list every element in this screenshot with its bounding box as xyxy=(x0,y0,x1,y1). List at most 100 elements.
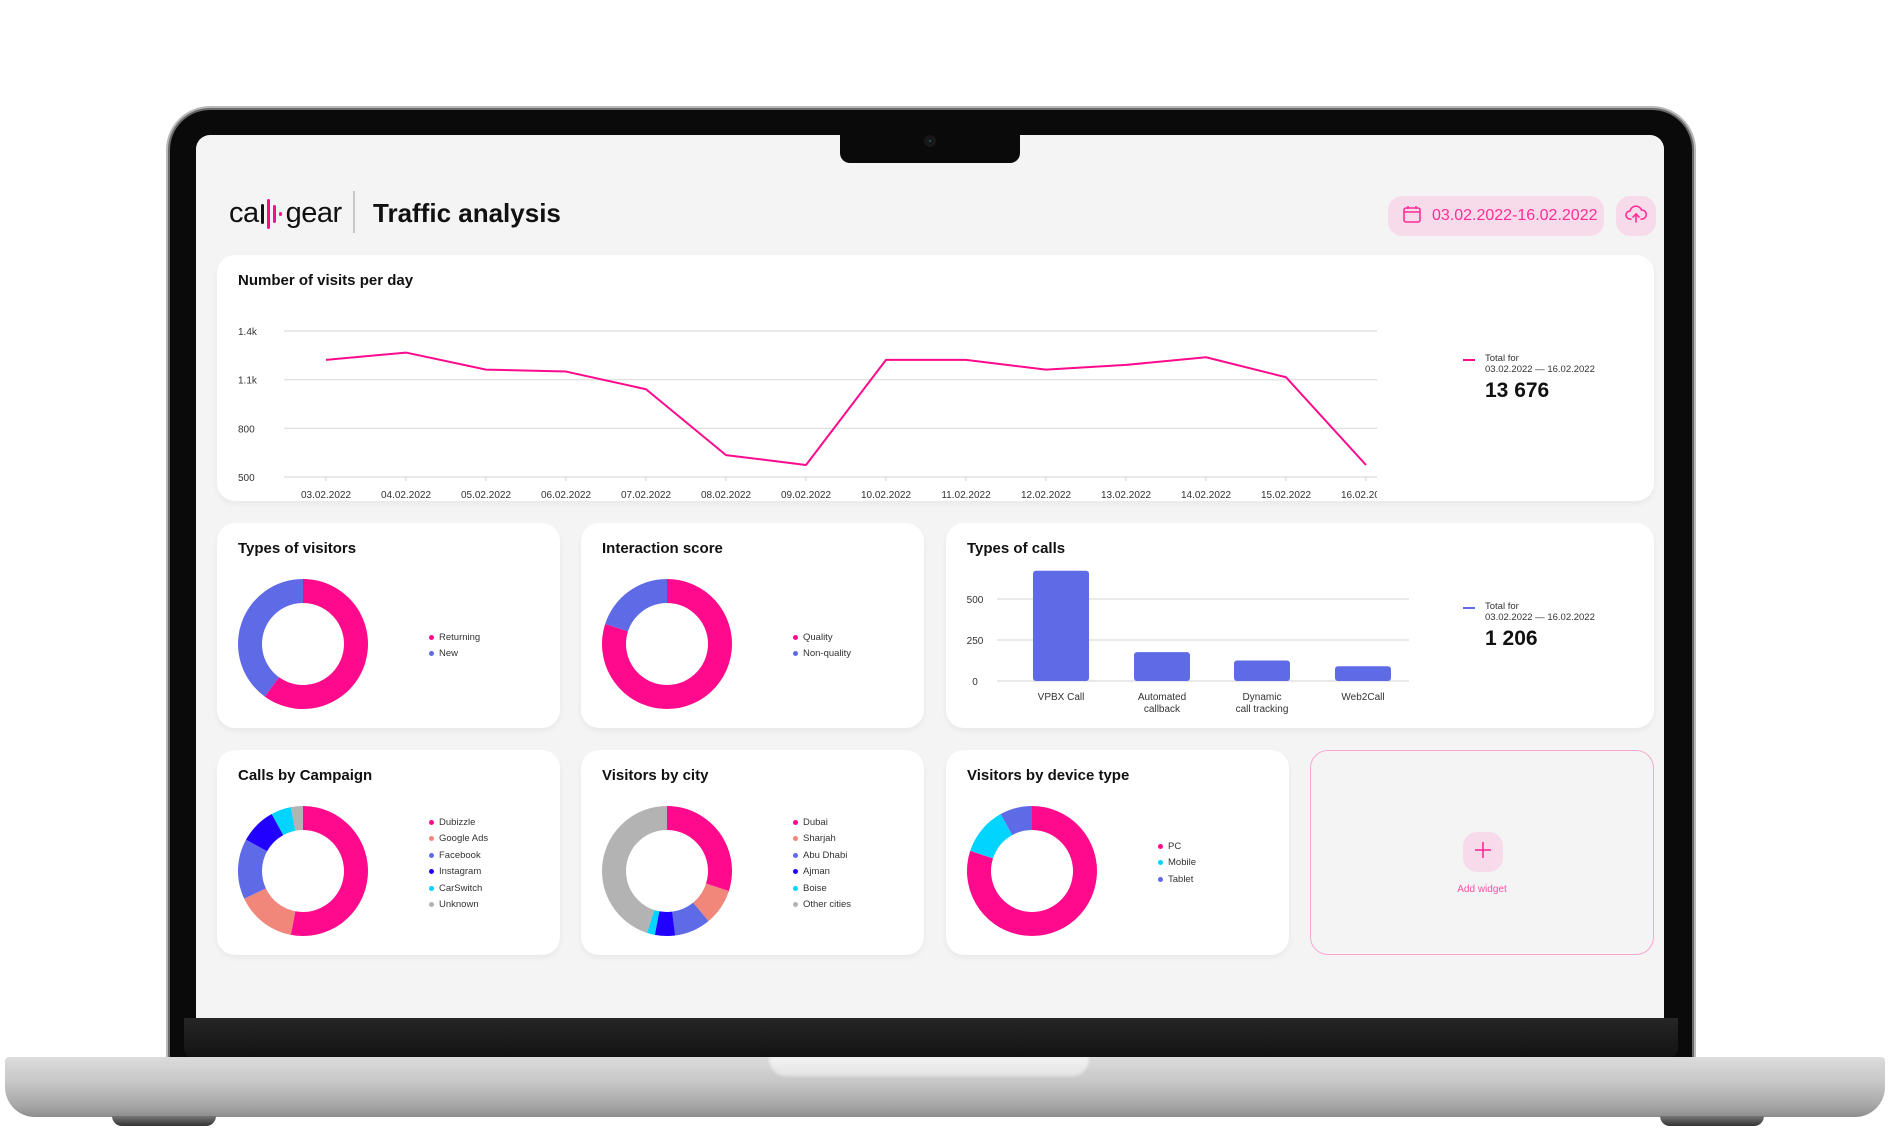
x-tick-label: callback xyxy=(1144,704,1181,715)
laptop-bezel-bottom xyxy=(184,1018,1678,1058)
export-button[interactable] xyxy=(1616,196,1656,236)
campaign-donut xyxy=(238,806,368,936)
y-tick-label: 500 xyxy=(238,473,255,484)
interaction-card: Interaction score Quality Non-quality xyxy=(581,523,924,728)
y-tick-label: 800 xyxy=(238,424,255,435)
x-tick-label: 03.02.2022 xyxy=(301,490,351,501)
legend-label: Dubizzle xyxy=(439,816,476,828)
x-tick-label: 06.02.2022 xyxy=(541,490,591,501)
donut-slice-new xyxy=(238,579,303,697)
date-range-text: 03.02.2022-16.02.2022 xyxy=(1432,207,1598,224)
visitor-types-donut xyxy=(238,579,368,709)
legend-item: Google Ads xyxy=(429,831,488,848)
city-card: Visitors by city Dubai Sharjah Abu Dhabi Aj… xyxy=(581,750,924,955)
legend-label: Ajman xyxy=(803,866,830,878)
x-tick-label: 11.02.2022 xyxy=(941,490,991,501)
legend-item: Sharjah xyxy=(793,831,851,848)
legend-label: Unknown xyxy=(439,899,479,911)
legend-dot-icon xyxy=(793,634,798,640)
x-tick-label: 04.02.2022 xyxy=(381,490,431,501)
legend-label: Mobile xyxy=(1168,857,1196,869)
screen: ca gear Traffic analysis 03.02.2022-16.0… xyxy=(196,135,1664,1018)
camera-notch xyxy=(840,133,1020,163)
city-legend: Dubai Sharjah Abu Dhabi Ajman Boise Other cit… xyxy=(793,814,851,913)
x-tick-label: Dynamic xyxy=(1243,692,1282,703)
legend-item: Boise xyxy=(793,880,851,897)
calls-total: Total for 03.02.2022 — 16.02.2022 1 206 xyxy=(1463,601,1595,651)
bar xyxy=(1335,666,1391,681)
city-donut xyxy=(602,806,732,936)
date-range-picker[interactable]: 03.02.2022-16.02.2022 xyxy=(1388,196,1604,236)
legend-dot-icon xyxy=(793,836,798,842)
header-divider xyxy=(353,191,355,233)
visitor-types-card: Types of visitors Returning New xyxy=(217,523,560,728)
legend-label: Returning xyxy=(439,631,481,643)
legend-dot-icon xyxy=(1158,843,1163,849)
logo-soundwave-icon xyxy=(260,198,282,229)
legend-item: Dubizzle xyxy=(429,814,488,831)
legend-dot-icon xyxy=(429,902,434,908)
calendar-icon xyxy=(1402,204,1422,229)
x-tick-label: 09.02.2022 xyxy=(781,490,831,501)
x-tick-label: 12.02.2022 xyxy=(1021,490,1071,501)
device-card: Visitors by device type PC Mobile Tablet xyxy=(946,750,1289,955)
legend-item: Ajman xyxy=(793,864,851,881)
legend-dot-icon xyxy=(429,651,434,657)
legend-dot-icon xyxy=(429,836,434,842)
legend-line-marker xyxy=(1463,607,1475,609)
add-widget-label: Add widget xyxy=(1457,884,1507,895)
add-widget-button[interactable] xyxy=(1463,832,1503,872)
legend-dot-icon xyxy=(793,869,798,875)
legend-item: Quality xyxy=(793,629,851,646)
add-widget-card[interactable]: Add widget xyxy=(1310,750,1654,955)
legend-dot-icon xyxy=(1158,860,1163,866)
legend-item: Facebook xyxy=(429,847,488,864)
total-period: 03.02.2022 — 16.02.2022 xyxy=(1485,612,1595,623)
laptop-foot-right xyxy=(1660,1116,1764,1126)
campaign-title: Calls by Campaign xyxy=(238,767,373,784)
interaction-legend: Quality Non-quality xyxy=(793,629,851,662)
legend-label: Facebook xyxy=(439,849,481,861)
total-label: Total for xyxy=(1485,353,1519,364)
x-tick-label: 08.02.2022 xyxy=(701,490,751,501)
visits-line-chart: 500 800 1.1k 1.4k 03.02.2022 04.02.2022 05.02.… xyxy=(238,327,1377,501)
legend-label: Non-quality xyxy=(803,648,852,660)
legend-item: Dubai xyxy=(793,814,851,831)
visitor-types-title: Types of visitors xyxy=(238,540,357,557)
page-title: Traffic analysis xyxy=(373,198,561,228)
legend-label: Abu Dhabi xyxy=(803,849,848,861)
device-donut xyxy=(967,806,1097,936)
bar xyxy=(1033,570,1089,681)
total-period: 03.02.2022 — 16.02.2022 xyxy=(1485,364,1595,375)
legend-dot-icon xyxy=(429,634,434,640)
legend-label: Tablet xyxy=(1168,873,1194,885)
legend-label: CarSwitch xyxy=(439,882,483,894)
device-title: Visitors by device type xyxy=(967,767,1130,784)
visits-total: Total for 03.02.2022 — 16.02.2022 13 676 xyxy=(1463,353,1595,403)
legend-label: Quality xyxy=(803,631,833,643)
y-tick-label: 250 xyxy=(967,636,984,647)
legend-label: Other cities xyxy=(803,899,852,911)
visits-series-line xyxy=(325,351,1367,466)
legend-label: Sharjah xyxy=(803,833,836,845)
x-tick-label: call tracking xyxy=(1236,704,1289,715)
legend-dot-icon xyxy=(429,819,434,825)
legend-item: Unknown xyxy=(429,897,488,914)
call-types-card: Types of calls 0 250 500 VPBX Call Automated… xyxy=(946,523,1654,728)
bar xyxy=(1234,660,1290,681)
legend-item: Returning xyxy=(429,629,480,646)
y-tick-label: 0 xyxy=(972,677,978,688)
legend-item: PC xyxy=(1158,838,1196,855)
donut-slice-dubai xyxy=(667,806,732,892)
camera-icon xyxy=(924,135,936,147)
legend-dot-icon xyxy=(793,902,798,908)
legend-label: Dubai xyxy=(803,816,828,828)
bar xyxy=(1134,652,1190,681)
legend-dot-icon xyxy=(429,885,434,891)
x-tick-label: 05.02.2022 xyxy=(461,490,511,501)
device-legend: PC Mobile Tablet xyxy=(1158,838,1196,888)
legend-dot-icon xyxy=(429,852,434,858)
y-tick-label: 1.1k xyxy=(238,376,258,387)
plus-icon xyxy=(1474,841,1492,864)
legend-item: Mobile xyxy=(1158,855,1196,872)
